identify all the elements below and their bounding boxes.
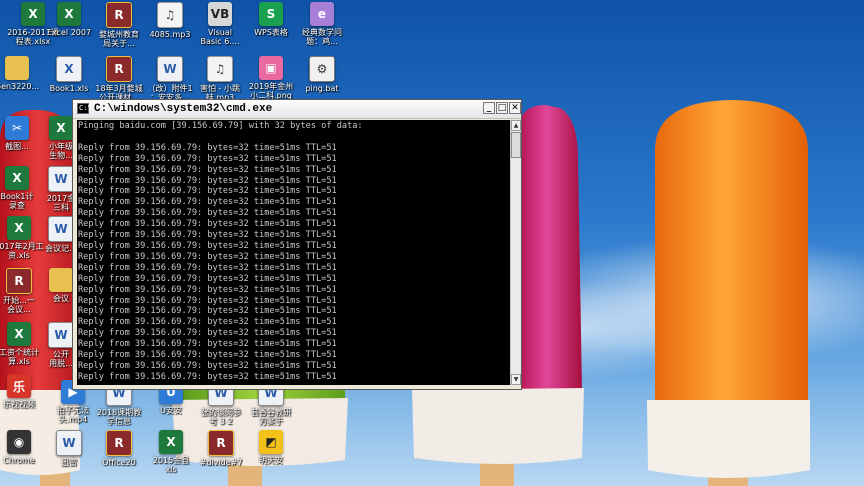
word-file-icon: W	[48, 166, 74, 192]
pink-popsicle	[518, 105, 582, 390]
app-shortcut-icon: ◩	[259, 430, 283, 454]
scrollbar-thumb[interactable]	[511, 132, 521, 158]
excel-file-icon: X	[7, 216, 31, 240]
chrome-browser-icon: ◉	[7, 430, 31, 454]
mp3-file-icon: ♫	[157, 2, 183, 28]
rar-archive-icon: R	[106, 430, 132, 456]
close-button[interactable]: ✕	[509, 102, 521, 114]
letv-app-icon: 乐	[7, 374, 31, 398]
console-app-icon[interactable]: C:\	[77, 103, 92, 114]
cream-band	[412, 388, 584, 464]
batch-file-icon: ⚙	[309, 56, 335, 82]
cream-band	[647, 400, 810, 478]
excel-file-icon: X	[5, 166, 29, 190]
rar-archive-icon: R	[106, 2, 132, 28]
console-screen[interactable]: Pinging baidu.com [39.156.69.79] with 32…	[77, 120, 510, 385]
maximize-button[interactable]: □	[496, 102, 508, 114]
desktop-icon-math-problem-ebook[interactable]: e 经典数学问 题：鸡...	[291, 2, 353, 46]
ping-output: Pinging baidu.com [39.156.69.79] with 32…	[78, 121, 363, 382]
excel-app-icon: X	[57, 2, 81, 26]
desktop: X 2016-2017课 程表.xlsx X Excel 2007 R 婺城州教…	[0, 0, 864, 486]
icon-label: 经典数学问 题：鸡...	[302, 28, 342, 46]
icon-label: ping.bat	[305, 84, 339, 93]
scissors-icon: ✂	[5, 116, 29, 140]
excel-file-icon: X	[49, 116, 73, 140]
popsicle-stick	[480, 462, 514, 486]
word-file-icon: W	[157, 56, 183, 82]
orange-popsicle	[655, 100, 808, 410]
minimize-button[interactable]: _	[483, 102, 495, 114]
scroll-up-arrow-icon[interactable]: ▲	[511, 120, 521, 131]
icon-label: 芸香谷教研 方案于	[251, 408, 291, 426]
word-file-icon: W	[48, 216, 74, 242]
folder-icon	[5, 56, 29, 80]
cmd-titlebar[interactable]: C:\ C:\windows\system32\cmd.exe _ □ ✕	[73, 100, 521, 119]
icon-label: 明天安	[259, 456, 283, 465]
image-file-icon: ▣	[259, 56, 283, 80]
desktop-icon-ping-bat[interactable]: ⚙ ping.bat	[291, 56, 353, 93]
desktop-icon-mingtian-app[interactable]: ◩ 明天安	[240, 430, 302, 465]
word-file-icon: W	[48, 322, 74, 348]
folder-icon	[49, 268, 73, 292]
ebook-file-icon: e	[310, 2, 334, 26]
excel-file-icon: X	[7, 322, 31, 346]
rar-archive-icon: R	[106, 56, 132, 82]
wps-sheet-icon: S	[259, 2, 283, 26]
excel-file-icon: X	[159, 430, 183, 454]
document-icon: W	[56, 430, 82, 456]
window-title: C:\windows\system32\cmd.exe	[94, 103, 273, 115]
cmd-window[interactable]: C:\ C:\windows\system32\cmd.exe _ □ ✕ Pi…	[72, 99, 522, 390]
scroll-down-arrow-icon[interactable]: ▼	[511, 374, 521, 385]
vertical-scrollbar[interactable]: ▲ ▼	[510, 120, 521, 385]
visual-basic-icon: VB	[208, 2, 232, 26]
rar-archive-icon: R	[6, 268, 32, 294]
rar-archive-icon: R	[208, 430, 234, 456]
mp3-file-icon: ♫	[207, 56, 233, 82]
spreadsheet-file-icon: X	[56, 56, 82, 82]
